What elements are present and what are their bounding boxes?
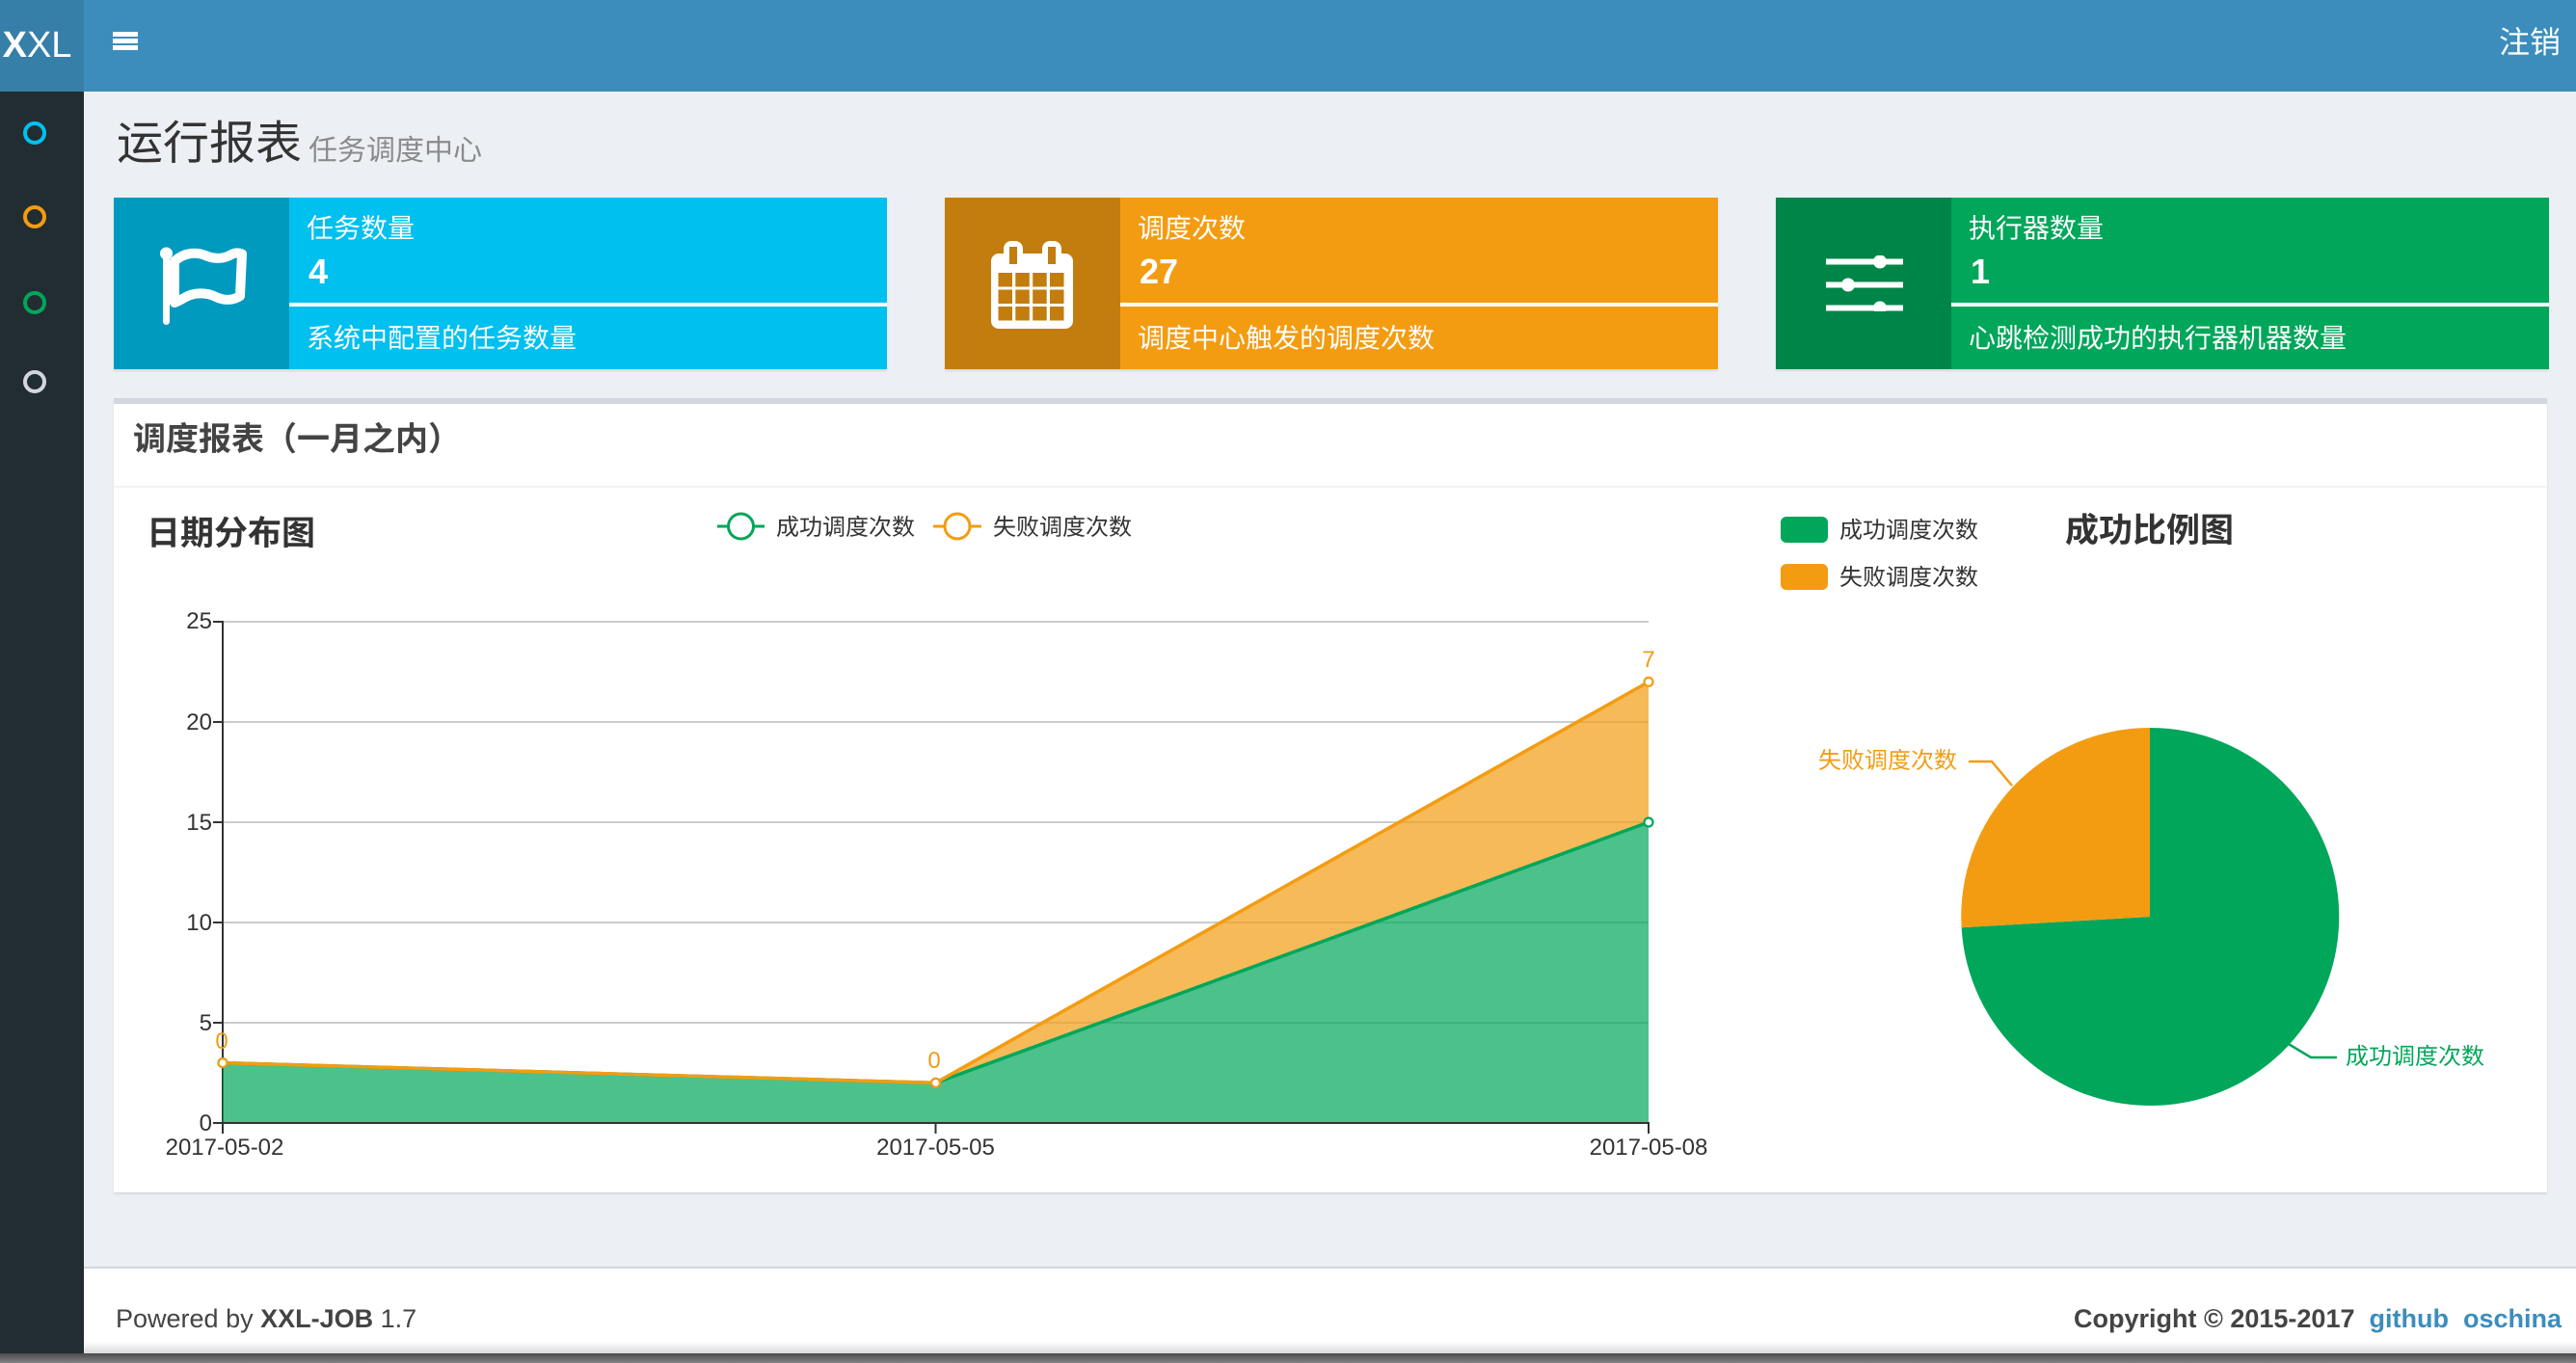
svg-text:0: 0 xyxy=(927,1048,940,1074)
svg-text:2017-05-05: 2017-05-05 xyxy=(876,1135,995,1161)
svg-text:0: 0 xyxy=(215,1029,228,1055)
svg-text:20: 20 xyxy=(186,709,212,735)
svg-text:7: 7 xyxy=(1642,647,1654,673)
svg-text:10: 10 xyxy=(186,910,212,936)
svg-text:15: 15 xyxy=(186,810,212,836)
svg-text:2017-05-08: 2017-05-08 xyxy=(1590,1135,1708,1161)
svg-text:25: 25 xyxy=(186,608,212,634)
svg-text:2017-05-02: 2017-05-02 xyxy=(166,1135,284,1161)
svg-text:5: 5 xyxy=(200,1010,212,1036)
svg-text:0: 0 xyxy=(200,1110,212,1136)
